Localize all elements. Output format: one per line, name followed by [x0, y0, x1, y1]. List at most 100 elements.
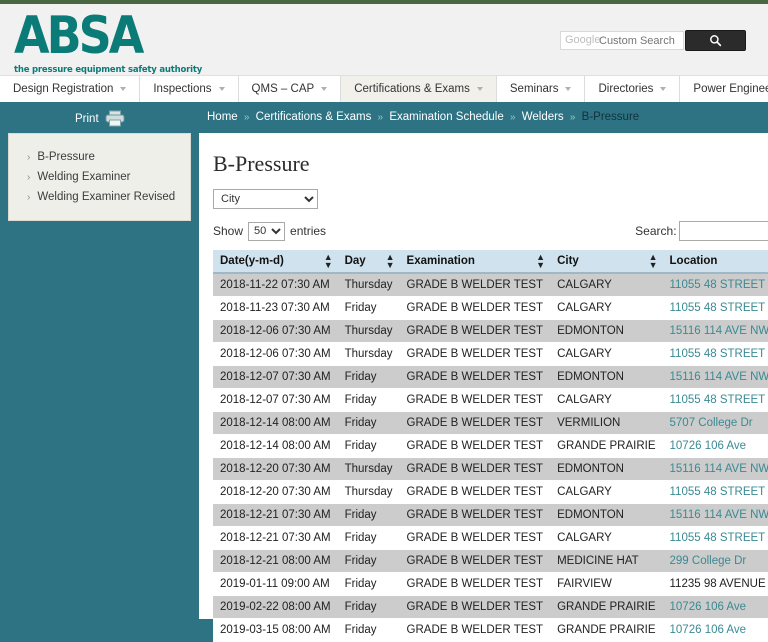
nav-item-design-registration[interactable]: Design Registration	[0, 76, 141, 102]
location-link[interactable]: 10726 106 Ave	[670, 624, 747, 636]
google-custom-search: Google	[560, 31, 684, 50]
table-row: 2018-12-20 07:30 AM Thursday GRADE B WELDE…	[213, 480, 768, 504]
cell-examination: GRADE B WELDER TEST	[399, 273, 551, 297]
table-row: 2018-12-06 07:30 AM Thursday GRADE B WELDE…	[213, 319, 768, 343]
chevron-down-icon	[321, 87, 328, 91]
sort-icon: ▲ ▼	[648, 252, 658, 270]
main-content: B-Pressure City Show 50 entries Search:	[199, 133, 768, 642]
printer-icon	[105, 110, 125, 127]
table-row: 2018-12-06 07:30 AM Thursday GRADE B WELDE…	[213, 342, 768, 366]
search-submit-button[interactable]	[685, 30, 746, 51]
nav-label: Directories	[598, 83, 654, 95]
sidebar-item-label: Welding Examiner	[37, 171, 131, 183]
nav-item-seminars[interactable]: Seminars	[497, 76, 586, 102]
breadcrumb-item-certifications-exams[interactable]: Certifications & Exams	[256, 111, 372, 123]
cell-location: 15116 114 AVE NW	[662, 503, 768, 527]
location-link[interactable]: 15116 114 AVE NW	[670, 509, 768, 521]
location-link[interactable]: 11055 48 STREET SE	[670, 394, 768, 406]
cell-location: 10726 106 Ave	[662, 595, 768, 619]
nav-item-certifications-exams[interactable]: Certifications & Exams	[341, 76, 497, 102]
table-header: Date(y-m-d) ▲ ▼ Day ▲ ▼ Examination ▲ ▼ Cit…	[213, 250, 768, 274]
table-body: 2018-11-22 07:30 AM Thursday GRADE B WELDE…	[213, 273, 768, 642]
cell-examination: GRADE B WELDER TEST	[399, 296, 551, 320]
breadcrumb-item-examination-schedule[interactable]: Examination Schedule	[389, 111, 503, 123]
location-link[interactable]: 15116 114 AVE NW	[670, 463, 768, 475]
cell-location: 11235 98 AVENUE	[662, 572, 768, 596]
breadcrumb-item-home[interactable]: Home	[207, 111, 238, 123]
cell-city: CALGARY	[550, 480, 663, 504]
location-link[interactable]: 11055 48 STREET SE	[670, 486, 768, 498]
breadcrumb-item-current: B-Pressure	[581, 111, 640, 123]
city-filter-select[interactable]: City	[213, 189, 318, 209]
column-header-label: Examination	[406, 255, 475, 267]
location-link[interactable]: 11055 48 STREET SE	[670, 348, 768, 360]
nav-label: Power Engineer/Inspector Login	[693, 83, 768, 95]
search-input[interactable]	[560, 31, 684, 50]
location-link[interactable]: 15116 114 AVE NW	[670, 371, 768, 383]
cell-date: 2018-12-20 07:30 AM	[213, 480, 338, 504]
cell-examination: GRADE B WELDER TEST	[399, 411, 551, 435]
column-header-date[interactable]: Date(y-m-d) ▲ ▼	[213, 250, 338, 274]
cell-city: MEDICINE HAT	[550, 549, 663, 573]
print-button[interactable]: Print	[75, 110, 125, 127]
breadcrumb-separator: »	[569, 112, 576, 123]
column-header-label: City	[557, 255, 579, 267]
cell-date: 2019-03-15 08:00 AM	[213, 618, 338, 642]
location-link[interactable]: 299 College Dr	[670, 555, 747, 567]
logo-tagline: the pressure equipment safety authority	[14, 65, 203, 75]
location-link[interactable]: 10726 106 Ave	[670, 440, 747, 452]
location-link[interactable]: 11055 48 STREET SE	[670, 532, 768, 544]
nav-item-inspections[interactable]: Inspections	[140, 76, 239, 102]
table-search-input[interactable]	[678, 221, 768, 241]
entries-length-select[interactable]: 50	[248, 221, 286, 241]
table-search: Search:	[635, 221, 768, 241]
cell-day: Friday	[337, 572, 400, 596]
cell-day: Thursday	[337, 457, 400, 481]
nav-label: Inspections	[153, 83, 212, 95]
cell-day: Thursday	[337, 273, 400, 297]
column-header-day[interactable]: Day ▲ ▼	[337, 250, 400, 274]
search-icon	[710, 35, 722, 47]
sidebar-item-welding-examiner-revised[interactable]: › Welding Examiner Revised	[9, 188, 190, 208]
cell-day: Friday	[337, 434, 400, 458]
location-link[interactable]: 11055 48 STREET SE	[670, 302, 768, 314]
table-row: 2018-12-07 07:30 AM Friday GRADE B WELDER …	[213, 365, 768, 389]
sort-icon: ▲ ▼	[536, 252, 546, 270]
nav-item-power-engineer-login[interactable]: Power Engineer/Inspector Login	[680, 76, 768, 102]
cell-examination: GRADE B WELDER TEST	[399, 595, 551, 619]
breadcrumb: Home » Certifications & Exams » Examinat…	[207, 111, 639, 123]
location-link[interactable]: 11055 48 STREET SE	[670, 279, 768, 291]
absa-logo[interactable]: ABSA the pressure equipment safety autho…	[14, 8, 202, 75]
location-link[interactable]: 5707 College Dr	[670, 417, 753, 429]
cell-location: 15116 114 AVE NW	[662, 365, 768, 389]
table-row: 2018-12-14 08:00 AM Friday GRADE B WELDER …	[213, 434, 768, 458]
cell-day: Friday	[337, 503, 400, 527]
table-row: 2018-12-21 07:30 AM Friday GRADE B WELDER …	[213, 503, 768, 527]
cell-date: 2018-12-14 08:00 AM	[213, 411, 338, 435]
nav-item-directories[interactable]: Directories	[585, 76, 681, 102]
cell-day: Friday	[337, 365, 400, 389]
cell-city: CALGARY	[550, 388, 663, 412]
column-header-label: Day	[344, 255, 366, 267]
nav-item-qms-cap[interactable]: QMS – CAP	[239, 76, 342, 102]
chevron-right-icon: ›	[27, 152, 31, 163]
table-row: 2018-11-22 07:30 AM Thursday GRADE B WELDE…	[213, 273, 768, 297]
column-header-city[interactable]: City ▲ ▼	[550, 250, 663, 274]
cell-examination: GRADE B WELDER TEST	[399, 319, 551, 343]
column-header-examination[interactable]: Examination ▲ ▼	[399, 250, 551, 274]
cell-day: Friday	[337, 526, 400, 550]
cell-date: 2018-12-06 07:30 AM	[213, 342, 338, 366]
breadcrumb-separator: »	[509, 112, 516, 123]
sidebar-item-b-pressure[interactable]: › B-Pressure	[9, 148, 190, 168]
nav-label: QMS – CAP	[251, 83, 315, 95]
content-columns: › B-Pressure › Welding Examiner › Weldin…	[0, 133, 768, 642]
location-link[interactable]: 10726 106 Ave	[670, 601, 747, 613]
cell-date: 2018-11-23 07:30 AM	[213, 296, 338, 320]
location-link[interactable]: 15116 114 AVE NW	[670, 325, 768, 337]
breadcrumb-item-welders[interactable]: Welders	[522, 111, 564, 123]
cell-city: EDMONTON	[550, 319, 663, 343]
sidebar-item-welding-examiner[interactable]: › Welding Examiner	[9, 168, 190, 188]
column-header-location[interactable]: Location ▲▼	[662, 250, 768, 274]
cell-location: 11055 48 STREET SE	[662, 388, 768, 412]
chevron-right-icon: ›	[27, 192, 31, 203]
